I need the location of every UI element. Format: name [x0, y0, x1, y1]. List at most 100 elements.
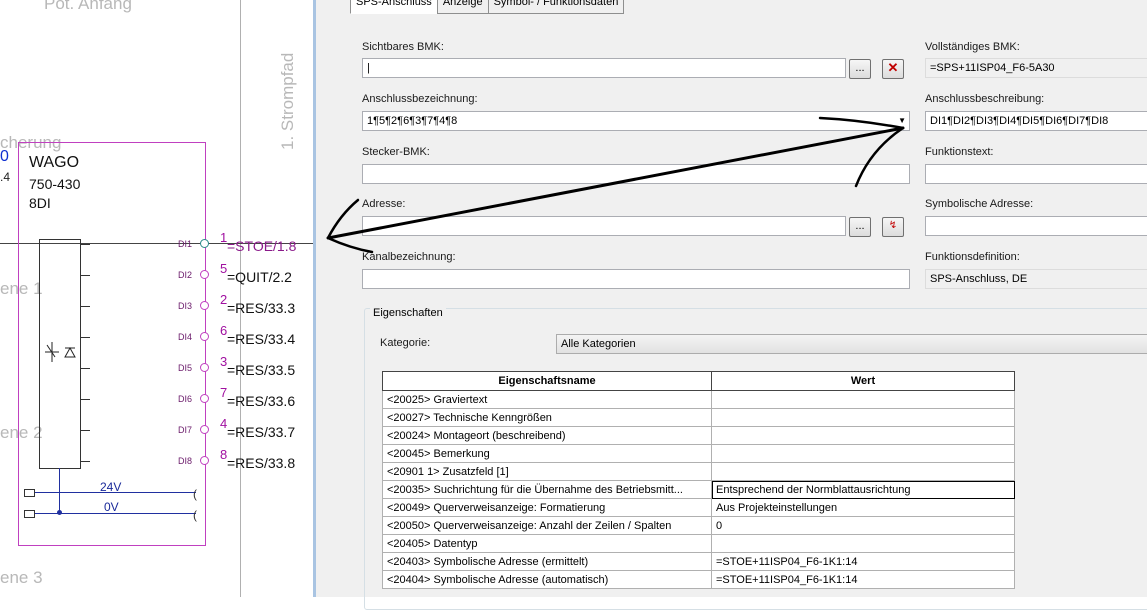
- adresse-label: Adresse:: [362, 198, 406, 210]
- rail-terminal: [24, 489, 35, 497]
- table-row[interactable]: <20050> Querverweisanzeige: Anzahl der Z…: [382, 516, 1015, 535]
- rail-0v: [24, 513, 196, 514]
- property-name: <20404> Symbolische Adresse (automatisch…: [382, 570, 712, 589]
- column-header-name[interactable]: Eigenschaftsname: [382, 371, 712, 391]
- property-value[interactable]: [711, 534, 1015, 553]
- pin-stub: [80, 399, 90, 400]
- property-value[interactable]: 0: [711, 516, 1015, 535]
- table-row[interactable]: <20024> Montageort (beschreibend): [382, 426, 1015, 445]
- pin-di: DI1: [178, 239, 193, 249]
- table-row[interactable]: <20901 1> Zusatzfeld [1]: [382, 462, 1015, 481]
- tab-anzeige[interactable]: Anzeige: [436, 0, 489, 14]
- rail-24v: [24, 492, 196, 493]
- anschlussbezeichnung-dropdown[interactable]: 1¶5¶2¶6¶3¶7¶4¶8 ▼: [362, 111, 910, 131]
- tab-sps-anschluss[interactable]: SPS-Anschluss: [350, 0, 438, 14]
- edge-digit-0: 0: [0, 148, 9, 165]
- symbolische-adresse-input[interactable]: [925, 216, 1147, 236]
- pin-stub: [80, 461, 90, 462]
- browse-adresse-button[interactable]: ...: [849, 217, 871, 237]
- pin-crossref: =RES/33.8: [227, 455, 296, 471]
- property-value[interactable]: =STOE+11ISP04_F6-1K1:14: [711, 570, 1015, 589]
- grey-label-4: ene 3: [0, 568, 43, 587]
- edge-digit-1: .4: [0, 170, 11, 184]
- property-name: <20049> Querverweisanzeige: Formatierung: [382, 498, 712, 517]
- property-value[interactable]: [711, 390, 1015, 409]
- property-name: <20403> Symbolische Adresse (ermittelt): [382, 552, 712, 571]
- pin-terminal[interactable]: [200, 332, 209, 341]
- table-row[interactable]: <20045> Bemerkung: [382, 444, 1015, 463]
- symbolische-adresse-label: Symbolische Adresse:: [925, 198, 1034, 210]
- pin-di: DI3: [178, 301, 193, 311]
- sichtbares-bmk-input[interactable]: |: [362, 58, 846, 78]
- property-value[interactable]: Aus Projekteinstellungen: [711, 498, 1015, 517]
- pin-terminal[interactable]: [200, 363, 209, 372]
- pin-terminal[interactable]: [200, 239, 209, 248]
- pin-stub: [80, 337, 90, 338]
- tab-symbol-funktionsdaten[interactable]: Symbol- / Funktionsdaten: [487, 0, 625, 14]
- property-name: <20025> Graviertext: [382, 390, 712, 409]
- property-value[interactable]: [711, 408, 1015, 427]
- kanalbezeichnung-input[interactable]: [362, 269, 910, 289]
- property-value[interactable]: Entsprechend der Normblattausrichtung: [711, 480, 1015, 499]
- kategorie-dropdown[interactable]: Alle Kategorien: [556, 334, 1147, 354]
- anschlussbezeichnung-value: 1¶5¶2¶6¶3¶7¶4¶8: [367, 115, 458, 127]
- sichtbares-bmk-label: Sichtbares BMK:: [362, 41, 444, 53]
- pin-di: DI7: [178, 425, 193, 435]
- optocoupler-icon: [45, 342, 76, 362]
- property-value[interactable]: [711, 462, 1015, 481]
- table-row[interactable]: <20403> Symbolische Adresse (ermittelt) =…: [382, 552, 1015, 571]
- pin-di: DI2: [178, 270, 193, 280]
- chevron-down-icon[interactable]: ▼: [898, 112, 906, 130]
- funktionstext-label: Funktionstext:: [925, 146, 994, 158]
- adresse-input[interactable]: [362, 216, 846, 236]
- pin-crossref: =RES/33.7: [227, 424, 296, 440]
- rail-end-icon: (: [193, 508, 197, 522]
- anschlussbezeichnung-label: Anschlussbezeichnung:: [362, 93, 478, 105]
- pin-crossref: =RES/33.3: [227, 300, 296, 316]
- rail-end-icon: (: [193, 487, 197, 501]
- stecker-bmk-input[interactable]: [362, 164, 910, 184]
- strompfad-label: 1. Strompfad: [278, 52, 297, 150]
- table-row[interactable]: <20027> Technische Kenngrößen: [382, 408, 1015, 427]
- kategorie-label: Kategorie:: [380, 337, 431, 349]
- pin-terminal[interactable]: [200, 270, 209, 279]
- property-name: <20405> Datentyp: [382, 534, 712, 553]
- property-name: <20024> Montageort (beschreibend): [382, 426, 712, 445]
- property-name: <20027> Technische Kenngrößen: [382, 408, 712, 427]
- pin-stub: [80, 368, 90, 369]
- pin-terminal[interactable]: [200, 456, 209, 465]
- pin-di: DI8: [178, 456, 193, 466]
- table-row[interactable]: <20405> Datentyp: [382, 534, 1015, 553]
- eigenschaften-title: Eigenschaften: [370, 307, 446, 319]
- rail-terminal: [24, 510, 35, 518]
- module-brand: WAGO: [29, 154, 80, 171]
- rail-0v-label: 0V: [104, 500, 119, 514]
- funktionsdefinition-label: Funktionsdefinition:: [925, 251, 1020, 263]
- anschlussbeschreibung-input[interactable]: DI1¶DI2¶DI3¶DI4¶DI5¶DI6¶DI7¶DI8: [925, 111, 1147, 131]
- pin-terminal[interactable]: [200, 394, 209, 403]
- tab-bar: SPS-Anschluss Anzeige Symbol- / Funktion…: [350, 0, 625, 14]
- property-name: <20050> Querverweisanzeige: Anzahl der Z…: [382, 516, 712, 535]
- property-name: <20035> Suchrichtung für die Übernahme d…: [382, 480, 712, 499]
- property-name: <20045> Bemerkung: [382, 444, 712, 463]
- property-value[interactable]: [711, 426, 1015, 445]
- schematic-view[interactable]: Pot. Anfang cherung ene 1 ene 2 ene 3 1.…: [0, 0, 313, 597]
- property-value[interactable]: [711, 444, 1015, 463]
- browse-bmk-button[interactable]: ...: [849, 59, 871, 79]
- column-header-value[interactable]: Wert: [711, 371, 1015, 391]
- property-value[interactable]: =STOE+11ISP04_F6-1K1:14: [711, 552, 1015, 571]
- funktionstext-input[interactable]: [925, 164, 1147, 184]
- delete-icon[interactable]: ✕: [882, 59, 904, 79]
- table-row[interactable]: <20025> Graviertext: [382, 390, 1015, 409]
- table-row-selected[interactable]: <20035> Suchrichtung für die Übernahme d…: [382, 480, 1015, 499]
- table-row[interactable]: <20049> Querverweisanzeige: Formatierung…: [382, 498, 1015, 517]
- pin-stub: [80, 275, 90, 276]
- pin-terminal[interactable]: [200, 301, 209, 310]
- property-dialog: SPS-Anschluss Anzeige Symbol- / Funktion…: [313, 0, 1147, 610]
- table-row[interactable]: <20404> Symbolische Adresse (automatisch…: [382, 570, 1015, 589]
- column-divider: [240, 0, 241, 597]
- vollstaendiges-bmk-label: Vollständiges BMK:: [925, 41, 1020, 53]
- pin-terminal[interactable]: [200, 425, 209, 434]
- address-assign-icon[interactable]: ↯: [882, 217, 904, 237]
- pot-anfang-label: Pot. Anfang: [44, 0, 132, 13]
